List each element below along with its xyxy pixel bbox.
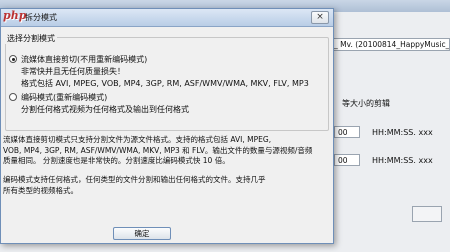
php-logo: php xyxy=(3,9,27,22)
description-line: 所有类型的视频格式。 xyxy=(3,185,78,195)
description-line: 编码模式支持任何格式，任何类型的文件分割和输出任何格式的文件。支持几乎 xyxy=(3,175,266,184)
option-encode-note: 分割任何格式视频为任何格式及输出到任何格式 xyxy=(21,105,189,114)
option-stream-cut-formats: 格式包括 AVI, MPEG, VOB, MP4, 3GP, RM, ASF/W… xyxy=(21,79,309,88)
time-format-label-1: HH:MM:SS. xxx xyxy=(372,128,433,137)
equal-size-clip-label: 等大小的剪辑 xyxy=(342,99,390,108)
option-stream-cut-label[interactable]: 流媒体直接剪切(不用重新编码模式) xyxy=(21,54,147,65)
time-number-field-2[interactable]: 00 xyxy=(334,154,360,166)
option-encode-radio[interactable] xyxy=(9,93,17,101)
ok-button[interactable]: 确定 xyxy=(113,227,171,240)
description-line: 质量相同。 分割速度也是非常快的。分割速度比编码模式快 10 倍。 xyxy=(3,156,230,165)
dialog-title: 拆分模式 xyxy=(25,13,57,22)
option-encode-label[interactable]: 编码模式(重新编码模式) xyxy=(21,92,107,103)
option-stream-cut-note: 非常快并且无任何质量损失！ xyxy=(21,67,125,76)
dialog-titlebar: php 拆分模式 × xyxy=(1,9,333,27)
group-title: 选择分割模式 xyxy=(5,33,57,44)
time-format-label-2: HH:MM:SS. xxx xyxy=(372,156,433,165)
close-button[interactable]: × xyxy=(311,11,329,24)
stream-cut-description: 流媒体直接剪切模式只支持分割文件为源文件格式。支持的格式包括 AVI, MPEG… xyxy=(3,135,312,167)
option-stream-cut-radio[interactable] xyxy=(9,55,17,63)
description-line: 流媒体直接剪切模式只支持分割文件为源文件格式。支持的格式包括 AVI, MPEG… xyxy=(3,135,272,144)
split-mode-dialog: php 拆分模式 × 选择分割模式 流媒体直接剪切(不用重新编码模式) 非常快并… xyxy=(0,8,334,244)
time-number-field-1[interactable]: 00 xyxy=(334,126,360,138)
encode-description: 编码模式支持任何格式，任何类型的文件分割和输出任何格式的文件。支持几乎 所有类型… xyxy=(3,175,266,196)
description-line: VOB, MP4, 3GP, RM, ASF/WMV/WMA, MKV, MP3… xyxy=(3,145,313,155)
background-scroll-control[interactable] xyxy=(412,206,442,222)
output-filename-field[interactable]: _ Mv. (20100814_HappyMusic_7. xyxy=(330,38,450,51)
